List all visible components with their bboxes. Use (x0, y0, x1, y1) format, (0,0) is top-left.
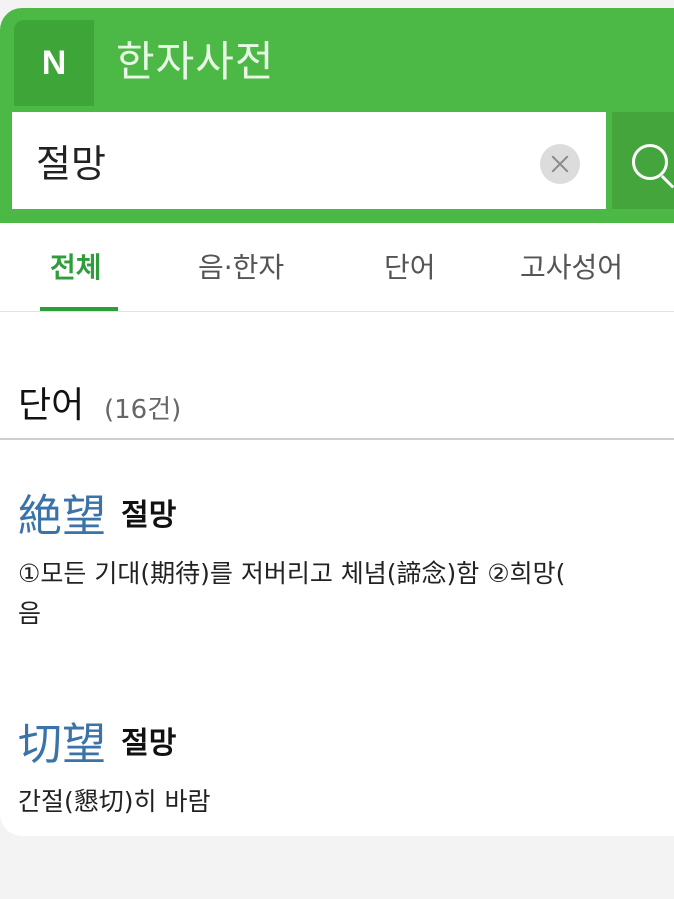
logo-letter: N (41, 44, 67, 82)
search-input[interactable] (36, 112, 536, 209)
clear-icon[interactable] (540, 144, 580, 184)
entry-hanja[interactable]: 絶望 (18, 491, 106, 542)
section-title: 단어 (18, 385, 85, 426)
active-tab-indicator (40, 307, 118, 311)
tab-words[interactable]: 단어 (384, 223, 436, 311)
tab-sound-hanja[interactable]: 음·한자 (198, 223, 284, 311)
list-item: 切望 절망 간절(懇切)히 바람 (18, 708, 674, 822)
result-count: (16건) (104, 395, 182, 425)
entry-meaning: 간절(懇切)히 바람 (18, 787, 211, 816)
tab-bar: 전체 음·한자 단어 고사성어 (0, 223, 674, 312)
app-title[interactable]: 한자사전 (116, 24, 275, 100)
naver-logo[interactable]: N (14, 20, 94, 106)
section-header: 단어 (16건) (0, 348, 674, 440)
dictionary-card: N 한자사전 전체 음·한자 단어 고사성어 단어 (16건) 絶望 절망 ①모… (0, 8, 674, 836)
tab-all[interactable]: 전체 (50, 223, 102, 311)
search-icon (632, 144, 668, 180)
entry-reading: 절망 (121, 726, 177, 761)
list-item: 絶望 절망 ①모든 기대(期待)를 저버리고 체념(諦念)함 ②희망( 음 (18, 480, 674, 634)
app-header: N 한자사전 (0, 8, 674, 223)
search-box (12, 112, 606, 209)
tab-idioms[interactable]: 고사성어 (520, 223, 623, 311)
entry-hanja[interactable]: 切望 (18, 719, 106, 770)
search-button[interactable] (612, 112, 674, 209)
entry-reading: 절망 (121, 498, 177, 533)
entry-meaning-continued: 음 (18, 599, 42, 628)
entry-meaning: ①모든 기대(期待)를 저버리고 체념(諦念)함 ②희망( (18, 559, 566, 588)
